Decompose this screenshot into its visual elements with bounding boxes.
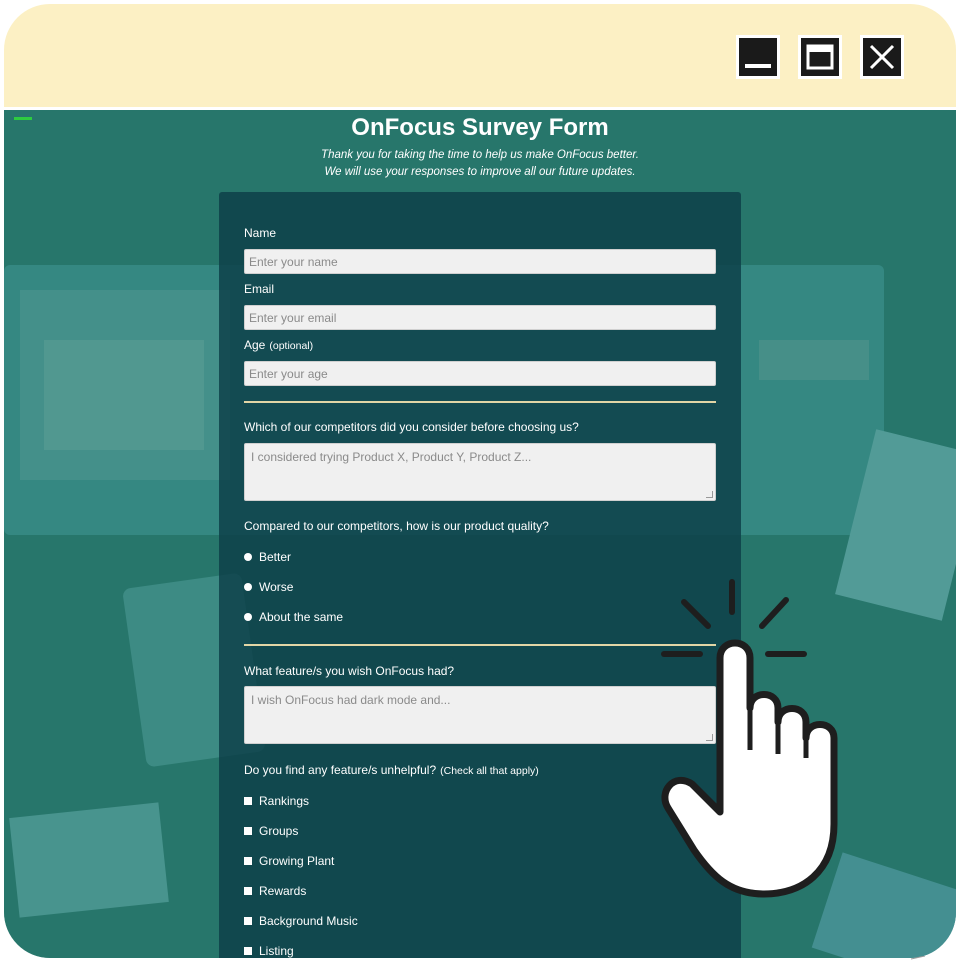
checkbox-label: Groups (259, 824, 299, 838)
competitors-question: Which of our competitors did you conside… (244, 420, 579, 434)
unhelpful-question: Do you find any feature/s unhelpful? (Che… (244, 763, 539, 777)
checkbox-icon[interactable] (244, 917, 252, 925)
checkbox-icon[interactable] (244, 827, 252, 835)
wish-question: What feature/s you wish OnFocus had? (244, 664, 455, 678)
checkbox-icon[interactable] (244, 797, 252, 805)
email-field[interactable]: Enter your email (244, 305, 716, 330)
wish-placeholder: I wish OnFocus had dark mode and... (251, 693, 451, 707)
checkbox-label: Rankings (259, 794, 310, 808)
close-icon (869, 44, 895, 70)
minimize-button[interactable] (736, 35, 780, 79)
unhelpful-option-growing-plant[interactable]: Growing Plant (244, 854, 334, 868)
checkbox-icon[interactable] (244, 887, 252, 895)
age-label-text: Age (244, 338, 266, 352)
age-field[interactable]: Enter your age (244, 361, 716, 386)
corner-mark (911, 956, 925, 960)
checkbox-label: Listing (259, 944, 294, 958)
competitors-textarea[interactable]: I considered trying Product X, Product Y… (244, 443, 716, 501)
maximize-icon (806, 44, 834, 70)
radio-label: Worse (259, 580, 294, 594)
maximize-button[interactable] (798, 35, 842, 79)
checkbox-label: Background Music (259, 914, 358, 928)
age-label: Age (optional) (244, 338, 313, 352)
resize-handle-icon[interactable] (706, 491, 713, 498)
name-field[interactable]: Enter your name (244, 249, 716, 274)
minimize-icon (745, 64, 771, 68)
age-optional-note: (optional) (269, 340, 314, 352)
quality-option-better[interactable]: Better (244, 550, 291, 564)
email-label: Email (244, 282, 275, 296)
hand-pointer-icon (661, 579, 838, 898)
quality-option-worse[interactable]: Worse (244, 580, 293, 594)
title-bar (4, 4, 956, 110)
radio-icon[interactable] (244, 613, 252, 621)
unhelpful-option-rewards[interactable]: Rewards (244, 884, 306, 898)
radio-label: About the same (259, 610, 344, 624)
checkbox-label: Growing Plant (259, 854, 335, 868)
page-description-line2: We will use your responses to improve al… (324, 166, 636, 178)
checkbox-icon[interactable] (244, 857, 252, 865)
unhelpful-option-background-music[interactable]: Background Music (244, 914, 358, 928)
checkbox-label: Rewards (259, 884, 307, 898)
close-button[interactable] (860, 35, 904, 79)
quality-option-same[interactable]: About the same (244, 610, 343, 624)
checkbox-icon[interactable] (244, 947, 252, 955)
app-window: OnFocus Survey Form Thank you for taking… (4, 4, 956, 958)
unhelpful-note: (Check all that apply) (440, 765, 539, 777)
radio-icon[interactable] (244, 583, 252, 591)
unhelpful-question-text: Do you find any feature/s unhelpful? (244, 763, 437, 777)
unhelpful-option-listing[interactable]: Listing (244, 944, 294, 958)
section-divider (244, 401, 716, 403)
page-title: OnFocus Survey Form (351, 114, 609, 141)
page-description-line1: Thank you for taking the time to help us… (321, 149, 639, 161)
name-label: Name (244, 226, 277, 240)
competitors-placeholder: I considered trying Product X, Product Y… (251, 450, 532, 464)
quality-question: Compared to our competitors, how is our … (244, 519, 549, 533)
unhelpful-option-groups[interactable]: Groups (244, 824, 298, 838)
unhelpful-option-rankings[interactable]: Rankings (244, 794, 309, 808)
radio-label: Better (259, 550, 292, 564)
radio-icon[interactable] (244, 553, 252, 561)
